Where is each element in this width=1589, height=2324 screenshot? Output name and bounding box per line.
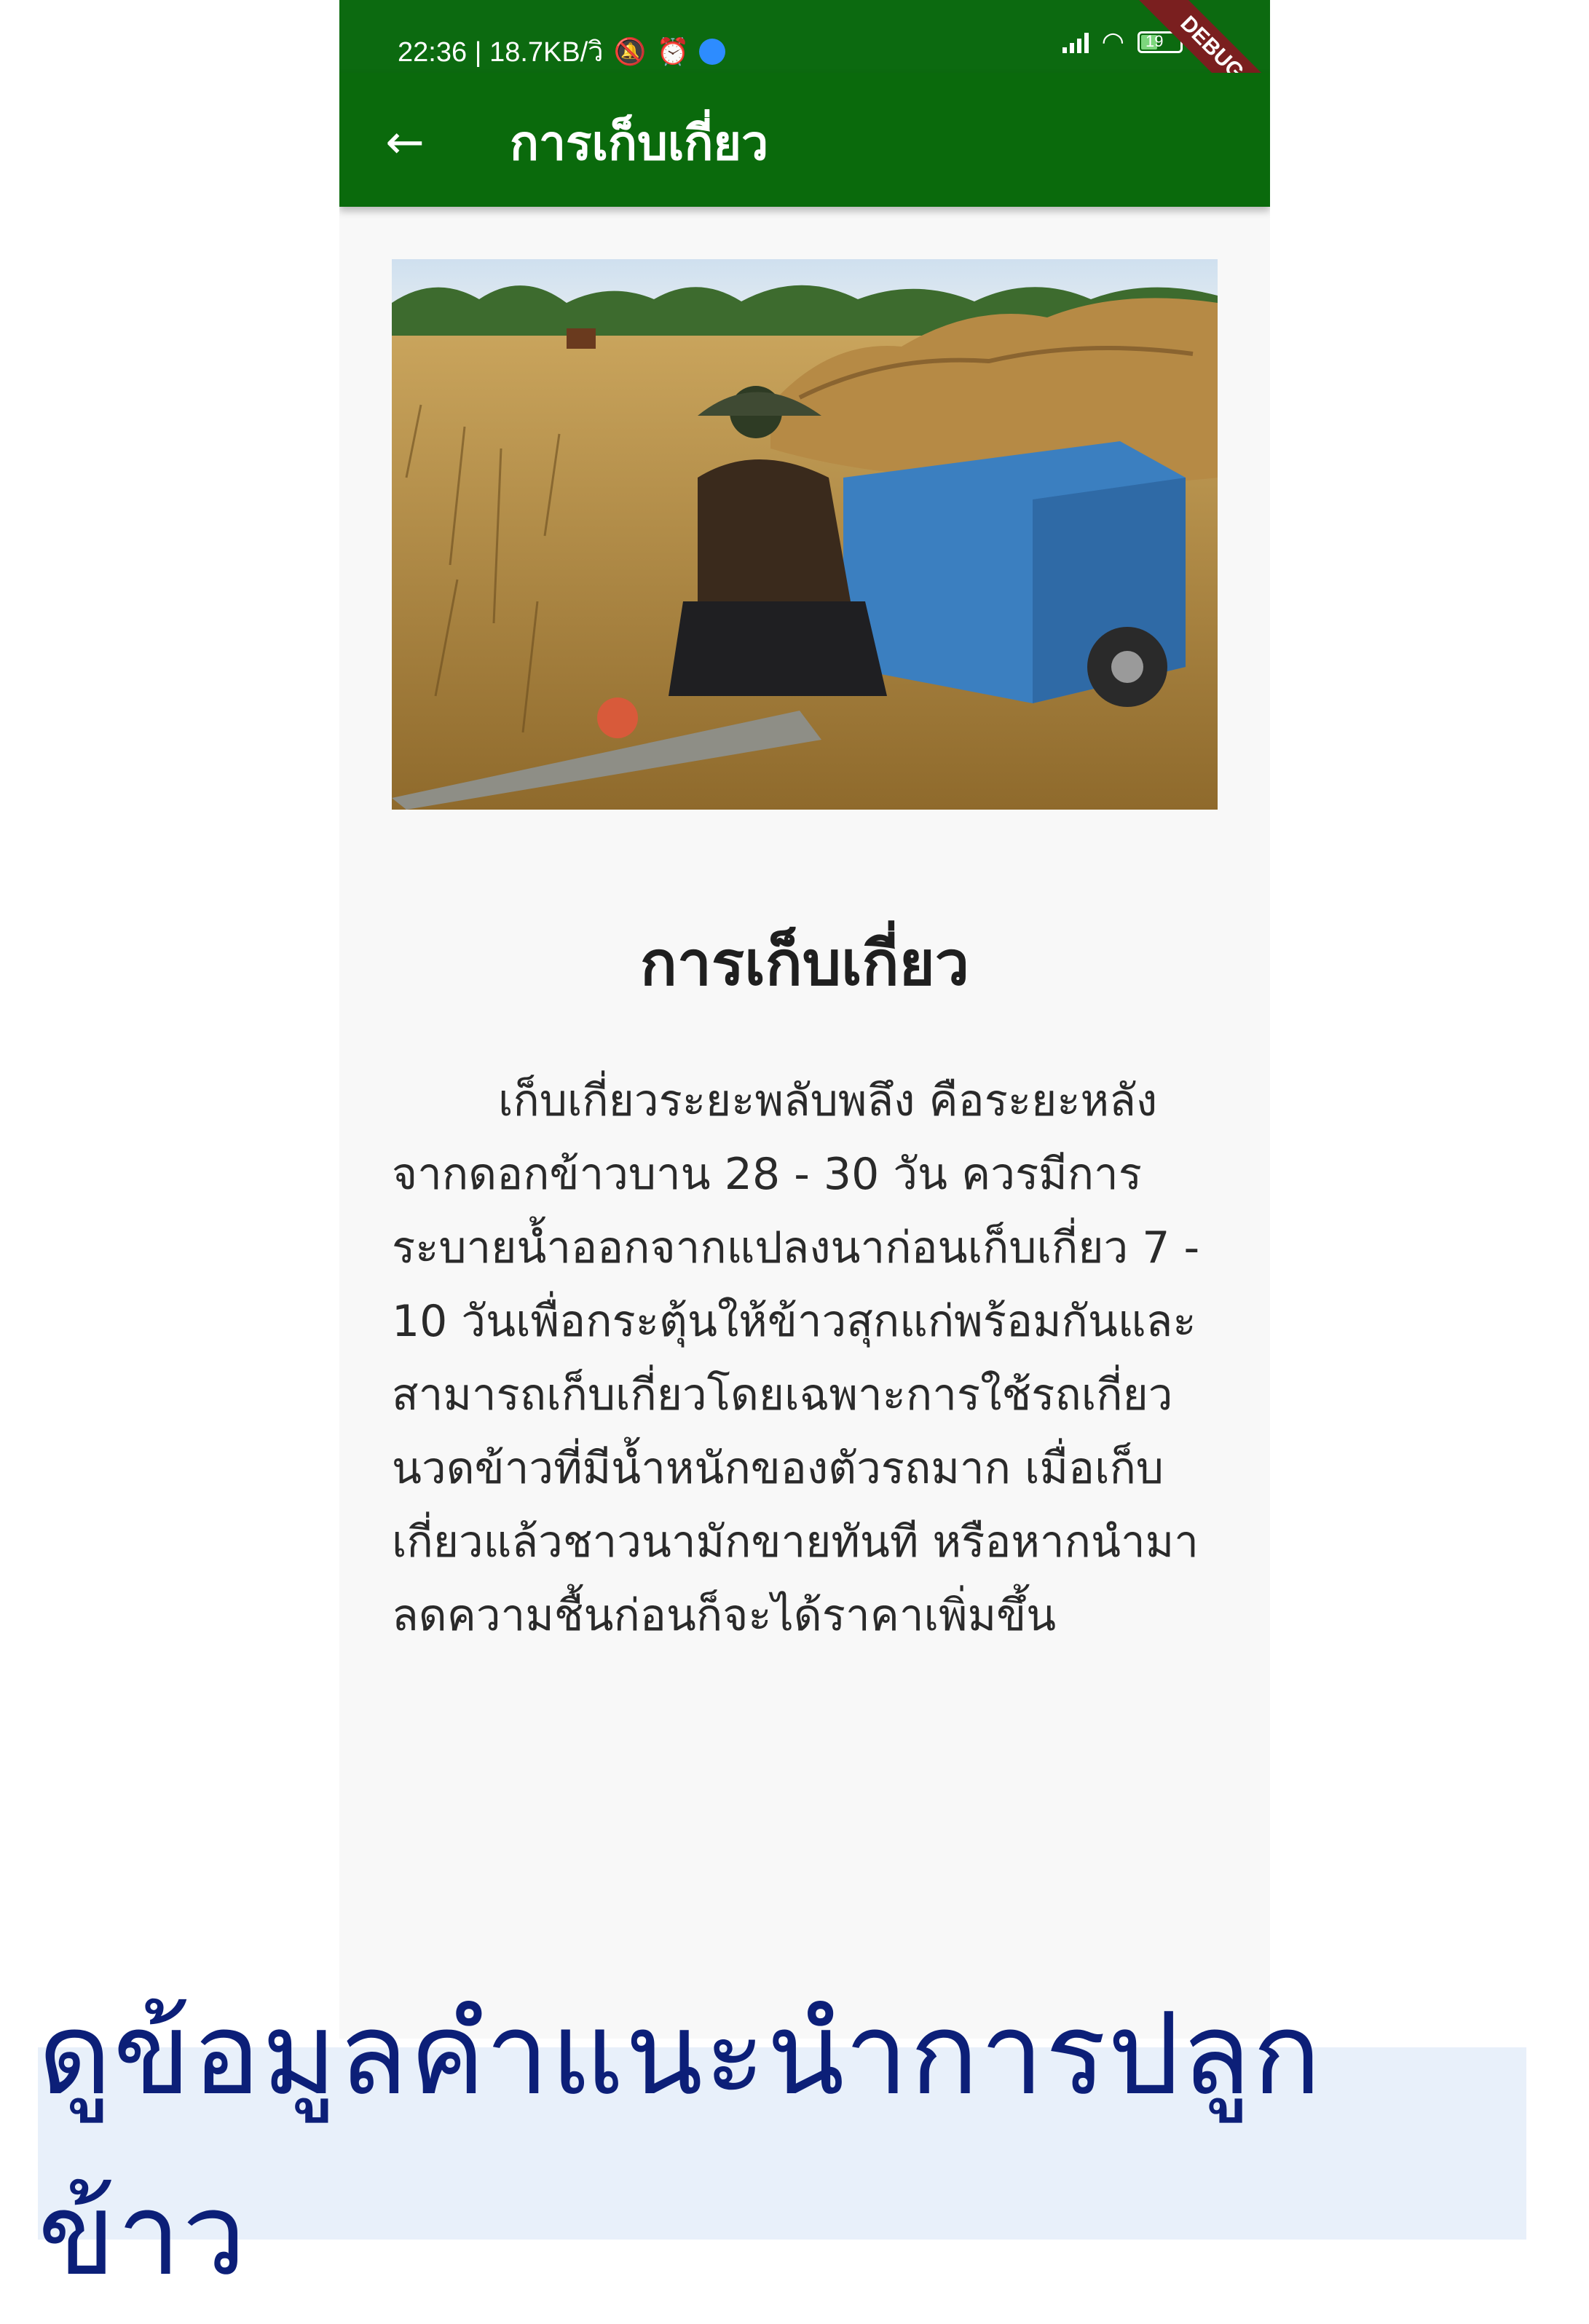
- banner-text: ดูข้อมูลคำแนะนำการปลูกข้าว: [38, 1988, 1323, 2301]
- mute-icon: 🔕: [613, 36, 647, 66]
- promo-banner: ดูข้อมูลคำแนะนำการปลูกข้าว: [38, 1988, 1526, 2301]
- signal-icon: [1062, 31, 1089, 53]
- status-bar: 22:36 | 18.7KB/วิ 🔕 ⏰ ◠ 19 DEBUG: [339, 0, 1270, 138]
- alarm-icon: ⏰: [656, 36, 690, 66]
- app-bar-title: การเก็บเกี่ยว: [510, 115, 769, 171]
- battery-level: 19: [1146, 32, 1164, 50]
- status-right-group: ◠ 19: [1062, 29, 1183, 55]
- wifi-icon: ◠: [1101, 27, 1124, 57]
- status-time: 22:36 | 18.7KB/วิ: [398, 37, 604, 68]
- messenger-icon: [699, 38, 726, 65]
- arrow-left-icon: ←: [385, 116, 425, 170]
- status-left-group: 22:36 | 18.7KB/วิ 🔕 ⏰: [398, 29, 726, 74]
- content-body: เก็บเกี่ยวระยะพลับพลึง คือระยะหลังจากดอก…: [392, 1075, 1200, 1641]
- harvest-photo: [392, 259, 1218, 810]
- content-title: การเก็บเกี่ยว: [640, 928, 969, 999]
- back-button[interactable]: ←: [373, 111, 437, 175]
- app-bar: ← การเก็บเกี่ยว: [339, 73, 1270, 207]
- phone-screen: 22:36 | 18.7KB/วิ 🔕 ⏰ ◠ 19 DEBUG ← การเก…: [339, 0, 1270, 2039]
